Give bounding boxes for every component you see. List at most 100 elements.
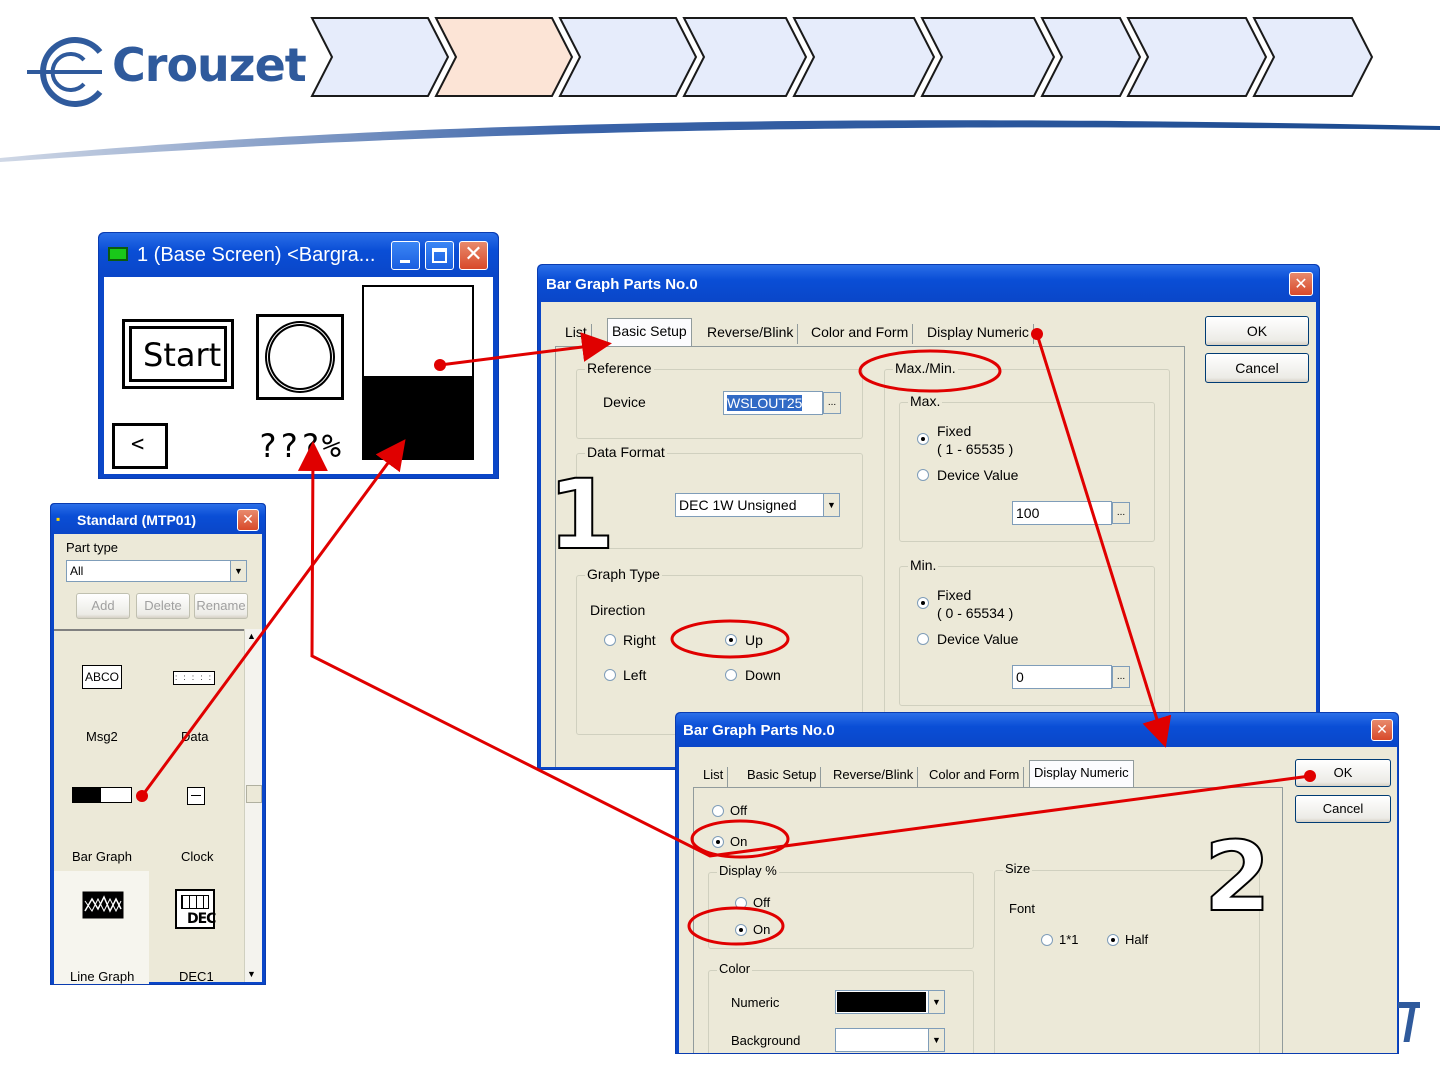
parts-list-scrollbar[interactable]: ▲ ▼ — [244, 629, 262, 982]
max-fixed-label: Fixed — [937, 423, 972, 439]
scroll-down-icon[interactable]: ▼ — [247, 969, 256, 979]
dialog1-title: Bar Graph Parts No.0 — [546, 276, 698, 293]
tab-reverse-blink[interactable]: Reverse/Blink — [703, 324, 799, 344]
parts-palette-title: Standard (MTP01) — [77, 512, 197, 528]
direction-right-radio[interactable] — [604, 634, 616, 646]
dialog2-cancel-button[interactable]: Cancel — [1295, 795, 1391, 823]
min-device-label: Device Value — [937, 631, 1019, 647]
lamp-part[interactable] — [256, 314, 344, 400]
dialog2-title: Bar Graph Parts No.0 — [683, 722, 835, 739]
font-half-radio[interactable] — [1107, 934, 1119, 946]
bar-graph-part[interactable] — [362, 285, 474, 460]
dialog2-ok-button[interactable]: OK — [1295, 759, 1391, 787]
tab-basic-setup[interactable]: Basic Setup — [743, 767, 822, 787]
tab-list[interactable]: List — [561, 324, 592, 344]
parts-item-line-graph[interactable]: Line Graph — [54, 871, 149, 984]
rename-part-button[interactable]: Rename — [194, 593, 248, 619]
min-device-radio[interactable] — [917, 633, 929, 645]
max-fixed-range: ( 1 - 65535 ) — [937, 441, 1014, 457]
parts-item-data[interactable]: : : : : : Data — [149, 633, 244, 751]
part-type-value: All — [70, 564, 84, 578]
direction-label: Direction — [590, 602, 646, 618]
display-percent-label: Display % — [717, 863, 779, 878]
device-browse-button[interactable]: ... — [823, 392, 841, 414]
parts-item-bar-graph[interactable]: Bar Graph — [54, 753, 149, 869]
breadcrumb-step-6 — [920, 17, 1056, 97]
max-fixed-radio[interactable] — [917, 433, 929, 445]
parts-palette-titlebar[interactable]: ▪ Standard (MTP01) ✕ — [51, 504, 265, 534]
add-part-button[interactable]: Add — [76, 593, 130, 619]
tab-color-and-form[interactable]: Color and Form — [807, 324, 914, 344]
tab-display-numeric[interactable]: Display Numeric — [1029, 760, 1134, 787]
max-browse-button[interactable]: ... — [1112, 502, 1130, 524]
maximize-button[interactable] — [425, 241, 454, 270]
parts-palette-window: ▪ Standard (MTP01) ✕ Part type All ▼ Add… — [50, 503, 266, 985]
data-format-group-label: Data Format — [585, 444, 667, 460]
bar-graph-fill — [364, 375, 472, 458]
breadcrumb-step-2 — [434, 17, 574, 97]
reference-group-label: Reference — [585, 360, 654, 376]
display-off-radio[interactable] — [712, 805, 724, 817]
close-button[interactable]: ✕ — [459, 241, 488, 270]
direction-left-radio[interactable] — [604, 669, 616, 681]
dialog1-cancel-button[interactable]: Cancel — [1205, 353, 1309, 383]
dialog1-tab-panel: Reference Device WSLOUT25 ... Data Forma… — [555, 346, 1185, 779]
direction-up-radio[interactable] — [725, 634, 737, 646]
parts-item-clock[interactable]: Clock — [149, 753, 244, 869]
direction-down-radio[interactable] — [725, 669, 737, 681]
chevron-down-icon: ▼ — [928, 1029, 944, 1051]
background-color-select[interactable]: ▼ — [835, 1028, 945, 1052]
data-format-value: DEC 1W Unsigned — [679, 497, 797, 513]
min-fixed-radio[interactable] — [917, 597, 929, 609]
dec-icon: DEC — [175, 889, 216, 929]
min-value-field[interactable]: 0 — [1012, 665, 1112, 689]
palette-close-button[interactable]: ✕ — [237, 509, 259, 531]
parts-item-dec1[interactable]: DEC DEC1 — [149, 871, 244, 984]
dialog1-ok-button[interactable]: OK — [1205, 316, 1309, 346]
tab-basic-setup[interactable]: Basic Setup — [607, 318, 692, 346]
size-group-label: Size — [1003, 861, 1033, 876]
percent-off-radio[interactable] — [735, 897, 747, 909]
parts-item-label: Line Graph — [70, 969, 135, 984]
max-device-radio[interactable] — [917, 469, 929, 481]
data-format-select[interactable]: DEC 1W Unsigned ▼ — [675, 493, 840, 517]
chevron-down-icon: ▼ — [823, 494, 839, 516]
numeric-color-select[interactable]: ▼ — [835, 990, 945, 1014]
dialog2-close-button[interactable]: ✕ — [1371, 719, 1393, 741]
tab-display-numeric[interactable]: Display Numeric — [923, 324, 1034, 344]
min-fixed-label: Fixed — [937, 587, 972, 603]
color-group: Color Numeric ▼ Background ▼ — [708, 961, 974, 1053]
start-button-part[interactable]: Start — [122, 319, 234, 389]
scrollbar-thumb[interactable] — [246, 785, 262, 803]
dialog1-titlebar[interactable]: Bar Graph Parts No.0 ✕ — [538, 265, 1319, 302]
percent-on-radio[interactable] — [735, 924, 747, 936]
min-browse-button[interactable]: ... — [1112, 666, 1130, 688]
scroll-up-icon[interactable]: ▲ — [247, 631, 256, 641]
graph-type-group: Graph Type Direction Right Up Left Down — [576, 566, 863, 735]
palette-icon: ▪ — [56, 512, 61, 526]
delete-part-button[interactable]: Delete — [136, 593, 190, 619]
minimize-button[interactable] — [391, 241, 420, 270]
max-device-label: Device Value — [937, 467, 1019, 483]
tab-list[interactable]: List — [699, 767, 729, 787]
percent-on-label: On — [753, 922, 771, 937]
font-1x1-radio[interactable] — [1041, 934, 1053, 946]
clock-icon — [187, 787, 205, 805]
parts-item-msg2[interactable]: ABCO Msg2 — [54, 633, 149, 751]
tab-color-and-form[interactable]: Color and Form — [925, 767, 1025, 787]
numeric-color-swatch — [837, 992, 926, 1012]
display-on-radio[interactable] — [712, 836, 724, 848]
chevron-down-icon: ▼ — [230, 561, 246, 581]
direction-right-label: Right — [623, 632, 656, 648]
part-type-select[interactable]: All ▼ — [66, 560, 247, 582]
max-value-field[interactable]: 100 — [1012, 501, 1112, 525]
abco-msg-icon: ABCO — [82, 665, 122, 689]
back-button-part[interactable]: < — [112, 423, 168, 469]
base-screen-titlebar[interactable]: 1 (Base Screen) <Bargra... ✕ — [99, 233, 498, 277]
dialog2-titlebar[interactable]: Bar Graph Parts No.0 ✕ — [676, 713, 1398, 747]
device-field[interactable]: WSLOUT25 — [723, 391, 823, 415]
dialog1-close-button[interactable]: ✕ — [1289, 272, 1313, 296]
tab-reverse-blink[interactable]: Reverse/Blink — [829, 767, 919, 787]
font-half-label: Half — [1125, 932, 1149, 947]
direction-up-label: Up — [745, 632, 763, 648]
